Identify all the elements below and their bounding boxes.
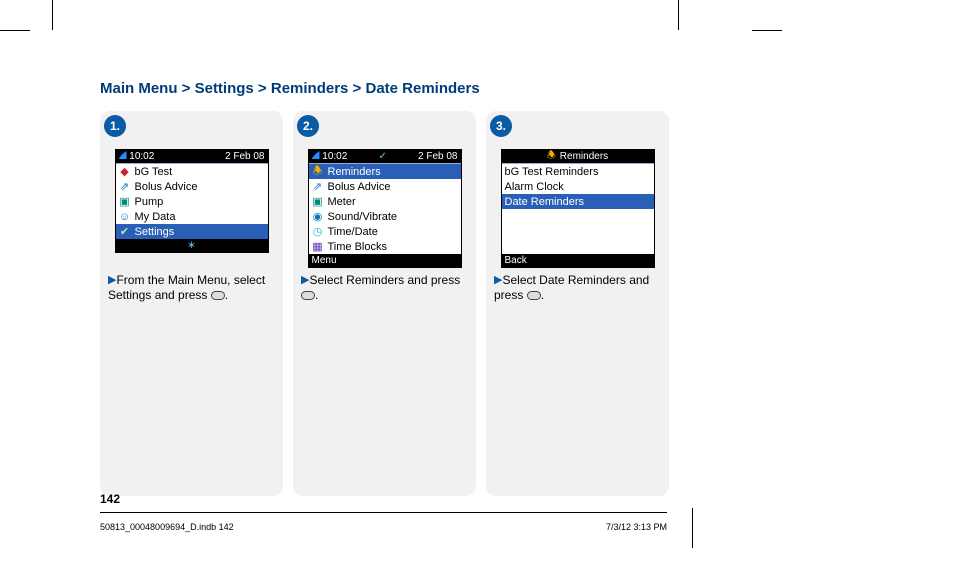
step-3: 3. 🕭 Reminders bG Test Reminders Alarm C… bbox=[486, 111, 669, 496]
menu-list: 🕭Reminders ⇗Bolus Advice ▣Meter ◉Sound/V… bbox=[309, 163, 461, 254]
menu-item-bolus[interactable]: ⇗Bolus Advice bbox=[309, 179, 461, 194]
blocks-icon: ▦ bbox=[312, 240, 324, 253]
menu-list: ◆bG Test ⇗Bolus Advice ▣Pump ☺My Data ✔S… bbox=[116, 163, 268, 239]
steps-row: 1. 10:02 2 Feb 08 ◆bG Test ⇗Bolus Advice… bbox=[100, 111, 670, 496]
enter-key-icon bbox=[301, 291, 315, 300]
status-time: 10:02 bbox=[119, 151, 155, 162]
menu-item-timeblocks[interactable]: ▦Time Blocks bbox=[309, 239, 461, 254]
menu-item-pump[interactable]: ▣Pump bbox=[116, 194, 268, 209]
menu-item-date-reminders[interactable]: Date Reminders bbox=[502, 194, 654, 209]
menu-item-settings[interactable]: ✔Settings bbox=[116, 224, 268, 239]
menu-list: bG Test Reminders Alarm Clock Date Remin… bbox=[502, 163, 654, 254]
status-bar: 10:02 2 Feb 08 bbox=[116, 150, 268, 163]
menu-item-meter[interactable]: ▣Meter bbox=[309, 194, 461, 209]
step-badge: 3. bbox=[490, 115, 512, 137]
title-text: Reminders bbox=[560, 151, 608, 162]
device-screen-1: 10:02 2 Feb 08 ◆bG Test ⇗Bolus Advice ▣P… bbox=[115, 149, 269, 253]
speaker-icon: ◉ bbox=[312, 210, 324, 223]
step-badge: 2. bbox=[297, 115, 319, 137]
soft-key-bar: Back bbox=[502, 254, 654, 267]
status-date: 2 Feb 08 bbox=[418, 151, 457, 162]
syringe-icon: ⇗ bbox=[312, 180, 324, 193]
status-center-icon: ✓ bbox=[378, 151, 386, 162]
bell-icon: 🕭 bbox=[312, 162, 324, 181]
soft-key-left[interactable]: Back bbox=[505, 255, 527, 266]
soft-key-left[interactable]: Menu bbox=[312, 255, 337, 266]
breadcrumb-heading: Main Menu > Settings > Reminders > Date … bbox=[100, 80, 670, 97]
soft-key-bar: ∗ bbox=[116, 239, 268, 252]
menu-item-bgtest[interactable]: ◆bG Test bbox=[116, 164, 268, 179]
menu-item-timedate[interactable]: ◷Time/Date bbox=[309, 224, 461, 239]
bell-icon: 🕭 bbox=[547, 148, 556, 165]
device-screen-3: 🕭 Reminders bG Test Reminders Alarm Cloc… bbox=[501, 149, 655, 268]
menu-item-reminders[interactable]: 🕭Reminders bbox=[309, 164, 461, 179]
menu-item-mydata[interactable]: ☺My Data bbox=[116, 209, 268, 224]
step-2: 2. 10:02 ✓ 2 Feb 08 🕭Reminders ⇗Bolus Ad… bbox=[293, 111, 476, 496]
person-icon: ☺ bbox=[119, 211, 131, 223]
footer-line: 50813_00048009694_D.indb 142 7/3/12 3:13… bbox=[100, 522, 667, 532]
title-bar: 🕭 Reminders bbox=[502, 150, 654, 163]
soft-key-bar: Menu bbox=[309, 254, 461, 267]
status-time: 10:02 bbox=[312, 151, 348, 162]
syringe-icon: ⇗ bbox=[119, 180, 131, 193]
step-instruction: ▶From the Main Menu, select Settings and… bbox=[108, 273, 275, 303]
page-number: 142 bbox=[100, 492, 120, 506]
footer-stamp: 7/3/12 3:13 PM bbox=[606, 522, 667, 532]
menu-item-sound[interactable]: ◉Sound/Vibrate bbox=[309, 209, 461, 224]
step-instruction: ▶Select Reminders and press . bbox=[301, 273, 468, 303]
step-1: 1. 10:02 2 Feb 08 ◆bG Test ⇗Bolus Advice… bbox=[100, 111, 283, 496]
step-badge: 1. bbox=[104, 115, 126, 137]
enter-key-icon bbox=[211, 291, 225, 300]
globe-icon: ◷ bbox=[312, 225, 324, 238]
enter-key-icon bbox=[527, 291, 541, 300]
empty-space bbox=[502, 209, 654, 254]
menu-item-bgtest-reminders[interactable]: bG Test Reminders bbox=[502, 164, 654, 179]
step-instruction: ▶Select Date Reminders and press . bbox=[494, 273, 661, 303]
menu-item-alarm-clock[interactable]: Alarm Clock bbox=[502, 179, 654, 194]
check-icon: ✔ bbox=[119, 225, 131, 238]
status-date: 2 Feb 08 bbox=[225, 151, 264, 162]
footer-file: 50813_00048009694_D.indb 142 bbox=[100, 522, 234, 532]
drop-icon: ◆ bbox=[119, 165, 131, 178]
plug-icon: ▣ bbox=[119, 195, 131, 208]
status-bar: 10:02 ✓ 2 Feb 08 bbox=[309, 150, 461, 163]
device-screen-2: 10:02 ✓ 2 Feb 08 🕭Reminders ⇗Bolus Advic… bbox=[308, 149, 462, 268]
menu-item-bolus[interactable]: ⇗Bolus Advice bbox=[116, 179, 268, 194]
bluetooth-icon: ∗ bbox=[187, 240, 195, 251]
page-body: Main Menu > Settings > Reminders > Date … bbox=[100, 80, 670, 496]
meter-icon: ▣ bbox=[312, 195, 324, 208]
